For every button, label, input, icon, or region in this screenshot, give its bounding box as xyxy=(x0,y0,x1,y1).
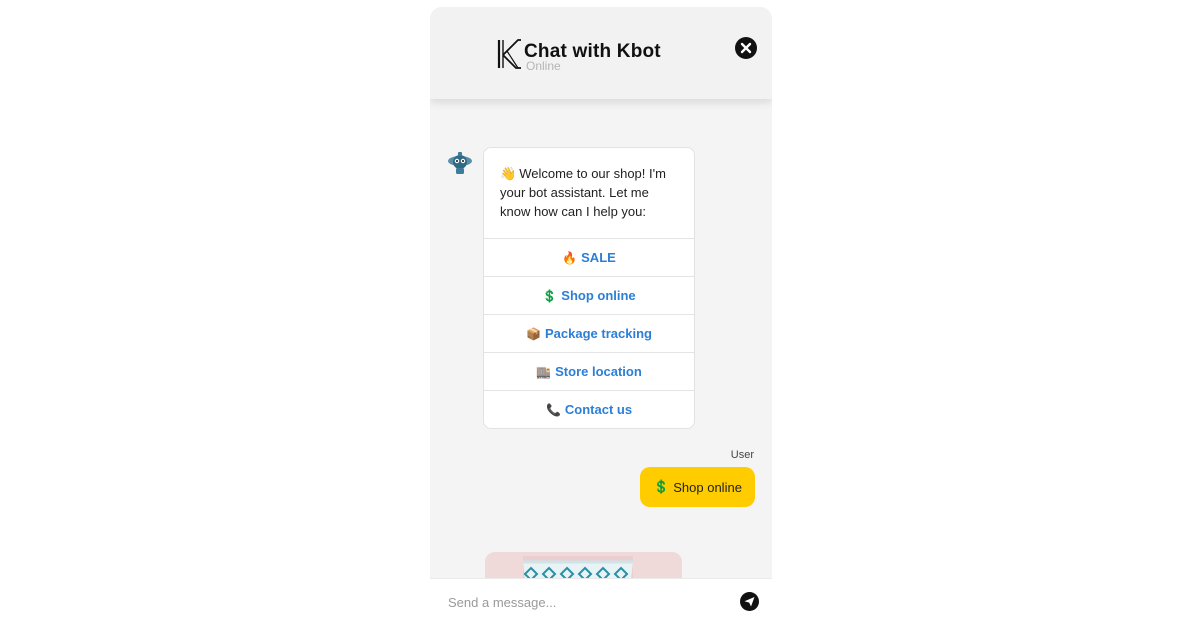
dollar-icon: 💲 xyxy=(542,288,558,303)
phone-icon: 📞 xyxy=(545,402,561,417)
bot-message-text: 👋 Welcome to our shop! I'm your bot assis… xyxy=(484,148,694,238)
option-store-location[interactable]: 🏬 Store location xyxy=(484,352,694,390)
option-label: Package tracking xyxy=(545,326,652,341)
bot-message-card: 👋 Welcome to our shop! I'm your bot assis… xyxy=(483,147,695,429)
user-message-bubble: 💲 Shop online xyxy=(640,467,755,507)
option-sale[interactable]: 🔥 SALE xyxy=(484,238,694,276)
send-button[interactable] xyxy=(740,592,759,611)
option-shop-online[interactable]: 💲 Shop online xyxy=(484,276,694,314)
composer-bar xyxy=(430,578,772,622)
bot-message-body: Welcome to our shop! I'm your bot assist… xyxy=(500,166,666,219)
option-label: Contact us xyxy=(564,402,633,417)
fire-icon: 🔥 xyxy=(562,250,578,265)
close-button[interactable] xyxy=(735,37,757,59)
store-icon: 🏬 xyxy=(536,364,552,379)
option-label: Shop online xyxy=(561,288,636,303)
send-icon xyxy=(744,597,755,607)
dollar-icon: 💲 xyxy=(653,479,670,494)
online-status: Online xyxy=(526,59,561,73)
wave-emoji: 👋 xyxy=(500,166,517,181)
close-icon xyxy=(740,42,752,54)
package-icon: 📦 xyxy=(526,326,541,341)
chat-widget: Chat with Kbot Online 👋 Welcome to our sh… xyxy=(430,7,772,622)
user-sender-label: User xyxy=(730,449,754,461)
option-label: SALE xyxy=(581,250,616,265)
bot-avatar-icon xyxy=(448,152,472,174)
option-label: Store location xyxy=(555,364,642,379)
kbot-logo-icon xyxy=(497,39,521,69)
chat-header: Chat with Kbot Online xyxy=(430,7,772,99)
message-input[interactable] xyxy=(446,590,730,614)
option-package-tracking[interactable]: 📦 Package tracking xyxy=(484,314,694,352)
option-contact-us[interactable]: 📞 Contact us xyxy=(484,390,694,428)
user-message-text: Shop online xyxy=(673,479,742,495)
